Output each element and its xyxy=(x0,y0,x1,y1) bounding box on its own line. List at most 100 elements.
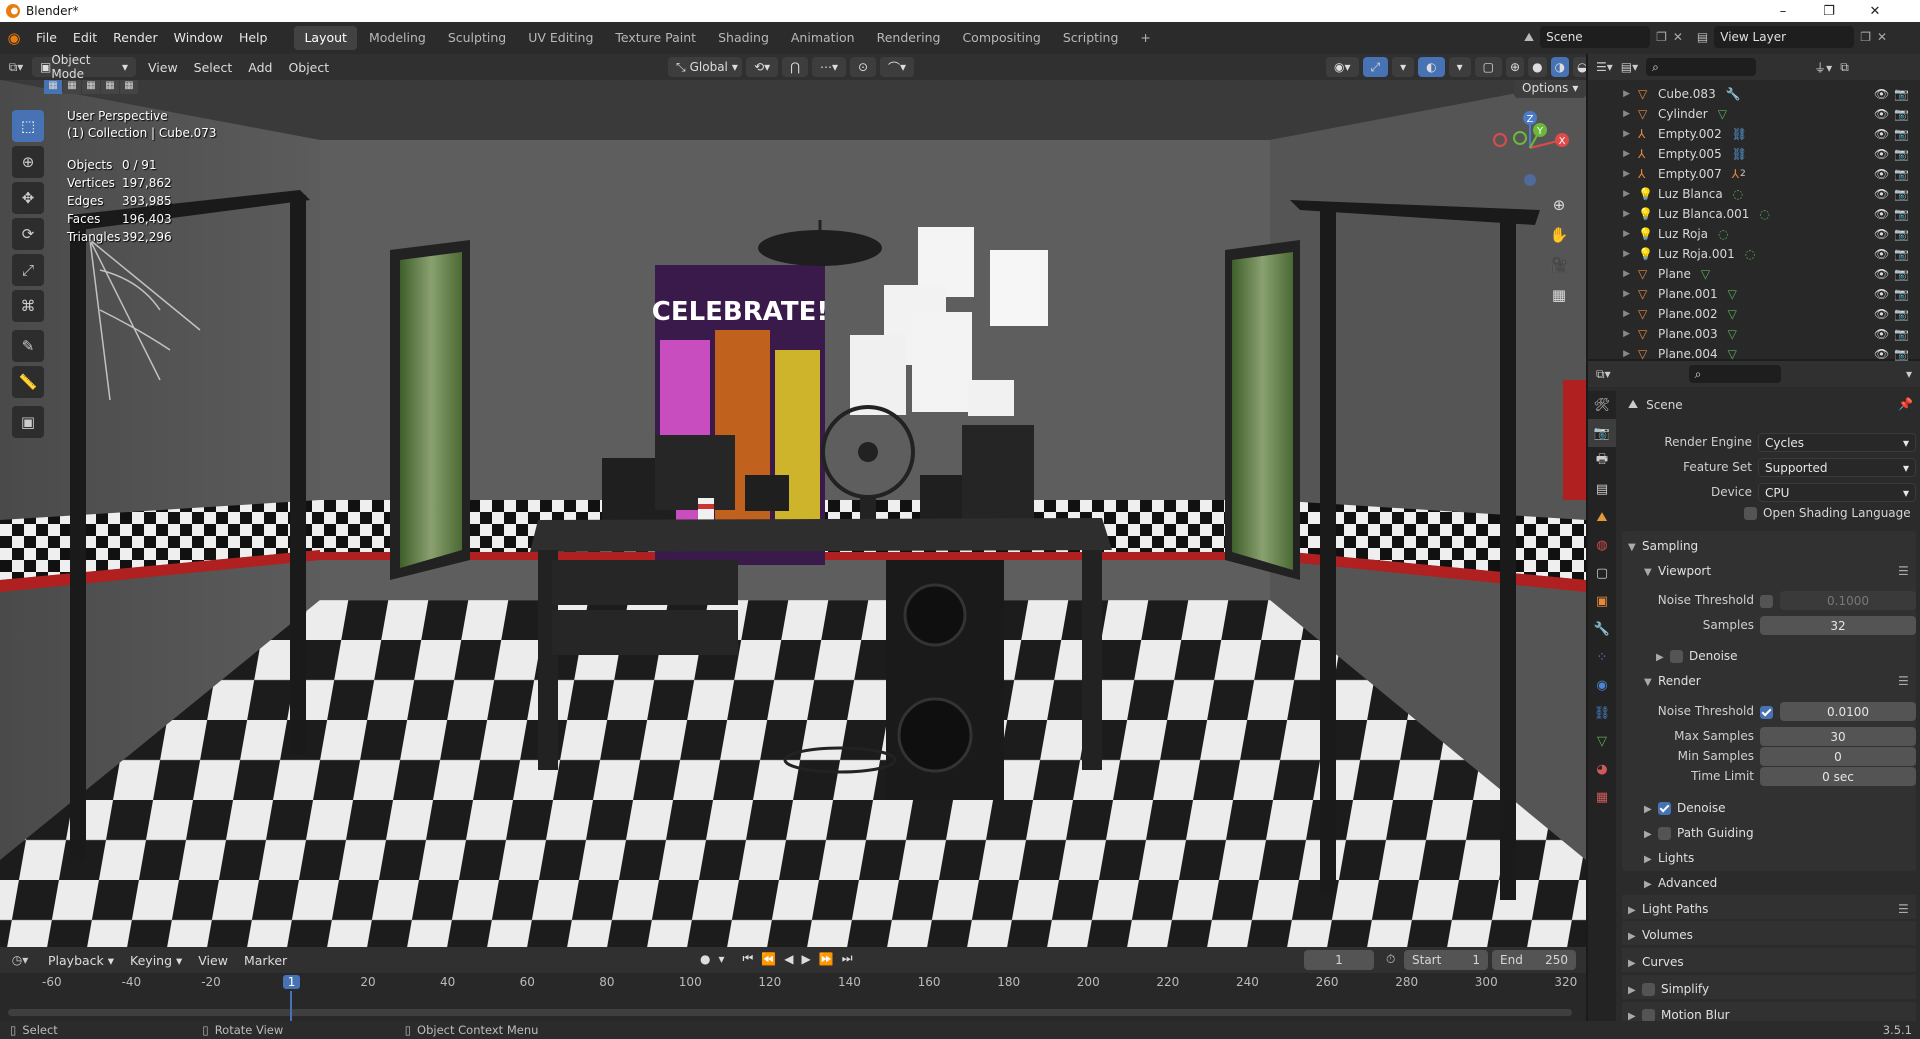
eye-icon[interactable]: 👁 xyxy=(1874,307,1889,321)
properties-search-input[interactable]: ⌕ xyxy=(1688,365,1781,383)
viewport-subpanel-header[interactable]: ▼ Viewport xyxy=(1644,564,1711,578)
overlay-dropdown[interactable]: ▾ xyxy=(1448,57,1471,77)
menu-render[interactable]: Render xyxy=(105,22,166,54)
timeline-menu-marker[interactable]: Marker xyxy=(236,953,295,968)
playhead-frame-label[interactable]: 1 xyxy=(282,975,301,989)
blender-menu-icon[interactable]: ◉ xyxy=(0,29,28,47)
render-noise-threshold-field[interactable]: 0.0100 xyxy=(1780,702,1916,721)
light-paths-presets-icon[interactable]: ☰ xyxy=(1898,902,1909,916)
modifier-data-icon[interactable]: 🔧 xyxy=(1726,87,1741,101)
viewport-menu-add[interactable]: Add xyxy=(240,60,280,75)
menu-help[interactable]: Help xyxy=(231,22,276,54)
render-engine-dropdown[interactable]: Cycles ▾ xyxy=(1758,433,1916,452)
menu-window[interactable]: Window xyxy=(166,22,231,54)
xray-toggle[interactable]: ▢ xyxy=(1474,57,1503,77)
viewport-noise-threshold-checkbox[interactable] xyxy=(1760,595,1773,608)
editor-type-icon[interactable]: ⧉▾ xyxy=(0,60,32,75)
add-cube-icon[interactable]: ▣ xyxy=(12,406,44,438)
filter-icon[interactable]: ⏚▾ xyxy=(1814,59,1832,76)
tool-tab-icon[interactable]: 🛠 xyxy=(1588,391,1616,419)
tab-rendering[interactable]: Rendering xyxy=(867,26,951,50)
eye-icon[interactable]: 👁 xyxy=(1874,327,1889,341)
expand-arrow-icon[interactable]: ▶ xyxy=(1588,89,1638,99)
delete-scene-icon[interactable]: ✕ xyxy=(1673,30,1683,44)
move-icon[interactable]: ✥ xyxy=(12,182,44,214)
camera-render-icon[interactable]: 📷 xyxy=(1894,347,1909,361)
denoise-checkbox[interactable] xyxy=(1658,802,1671,815)
data-tab-icon[interactable]: ▽ xyxy=(1588,727,1616,755)
expand-arrow-icon[interactable]: ▶ xyxy=(1588,189,1638,199)
max-samples-field[interactable]: 30 xyxy=(1760,727,1916,746)
eye-icon[interactable]: 👁 xyxy=(1874,247,1889,261)
snap-toggle[interactable]: ⋂ xyxy=(782,57,808,77)
navigation-gizmo[interactable]: Z X Y xyxy=(1490,108,1570,188)
pivot-point-button[interactable]: ⟲ ▾ xyxy=(746,57,779,77)
material-tab-icon[interactable]: ◕ xyxy=(1588,755,1616,783)
subpanel-lights[interactable]: ▶ Lights xyxy=(1644,851,1694,865)
mesh-data-icon[interactable]: ▽ xyxy=(1728,327,1737,341)
expand-arrow-icon[interactable]: ▶ xyxy=(1588,129,1638,139)
outliner-row[interactable]: ▶ 💡 Luz Blanca.001 ◌ 👁 📷 xyxy=(1588,204,1920,224)
playhead-line[interactable] xyxy=(289,991,292,1021)
visibility-button[interactable]: ◉ ▾ xyxy=(1326,57,1359,77)
properties-options-icon[interactable]: ▾ xyxy=(1906,367,1912,381)
gizmo-toggle[interactable]: ⤢ xyxy=(1362,57,1389,77)
tab-scripting[interactable]: Scripting xyxy=(1053,26,1129,50)
expand-arrow-icon[interactable]: ▶ xyxy=(1588,289,1638,299)
outliner-row[interactable]: ▶ ⅄ Empty.002 ⛓ 👁 📷 xyxy=(1588,124,1920,144)
mode-selector[interactable]: ▣ Object Mode ▾ xyxy=(32,53,136,81)
outliner-item-name[interactable]: Cylinder xyxy=(1658,107,1708,121)
constraint-data-icon[interactable]: ⛓ xyxy=(1732,127,1747,141)
outliner-item-name[interactable]: Plane.001 xyxy=(1658,287,1718,301)
timeline-editor-icon[interactable]: ◷▾ xyxy=(0,953,40,967)
eye-icon[interactable]: 👁 xyxy=(1874,187,1889,201)
jump-end-icon[interactable]: ⏭ xyxy=(842,951,853,966)
curves-header[interactable]: ▶ Curves xyxy=(1628,955,1684,969)
overlay-toggle[interactable]: ◐ xyxy=(1418,57,1445,77)
shading-solid-button[interactable]: ● xyxy=(1528,57,1547,77)
eye-icon[interactable]: 👁 xyxy=(1874,87,1889,101)
subpanel-path-guiding[interactable]: ▶ Path Guiding xyxy=(1644,826,1754,840)
output-tab-icon[interactable]: 🖶 xyxy=(1588,447,1616,475)
simplify-header[interactable]: ▶ Simplify xyxy=(1628,982,1709,996)
transform-icon[interactable]: ⌘ xyxy=(12,290,44,322)
render-subpanel-header[interactable]: ▼ Render xyxy=(1644,674,1701,688)
camera-render-icon[interactable]: 📷 xyxy=(1894,147,1909,161)
time-limit-field[interactable]: 0 sec xyxy=(1760,767,1916,786)
select-subtract-icon[interactable]: ▦ xyxy=(82,80,100,94)
osl-checkbox[interactable]: Open Shading Language xyxy=(1744,506,1911,520)
scene-selector[interactable]: Scene xyxy=(1540,26,1651,48)
properties-editor-icon[interactable]: ⧉▾ xyxy=(1596,367,1611,382)
mesh-data-icon[interactable]: ▽ xyxy=(1701,267,1710,281)
snap-target-button[interactable]: ⋯ ▾ xyxy=(811,57,846,77)
scene-tab-icon[interactable]: ⛰ xyxy=(1588,503,1616,531)
start-frame-field[interactable]: Start 1 xyxy=(1404,950,1488,970)
viewport-denoise-checkbox[interactable] xyxy=(1670,650,1683,663)
simplify-checkbox[interactable] xyxy=(1642,983,1655,996)
play-reverse-icon[interactable]: ◀ xyxy=(784,952,793,966)
outliner-row[interactable]: ▶ ▽ Plane ▽ 👁 📷 xyxy=(1588,264,1920,284)
timeline-menu-keying[interactable]: Keying ▾ xyxy=(122,953,190,968)
timeline-area[interactable]: -60 -40 -20 1 20 40 60 80 100 120 140 160 180 200 220 2… xyxy=(0,973,1586,1021)
select-box-icon[interactable]: ⬚ xyxy=(12,110,44,142)
outliner-item-name[interactable]: Cube.083 xyxy=(1658,87,1716,101)
current-frame-field[interactable]: 1 xyxy=(1304,950,1374,970)
path-guiding-checkbox[interactable] xyxy=(1658,827,1671,840)
object-tab-icon[interactable]: ▣ xyxy=(1588,587,1616,615)
constraints-tab-icon[interactable]: ⛓ xyxy=(1588,699,1616,727)
eye-icon[interactable]: 👁 xyxy=(1874,287,1889,301)
proportional-edit-toggle[interactable]: ⊙ xyxy=(849,57,877,77)
menu-file[interactable]: File xyxy=(28,22,65,54)
outliner-item-name[interactable]: Plane.002 xyxy=(1658,307,1718,321)
timeline-scrollbar[interactable] xyxy=(8,1009,1572,1016)
record-dropdown[interactable]: ▾ xyxy=(718,952,724,966)
3d-viewport[interactable]: CELEBRATE! User Perspective (1) Collecti… xyxy=(0,80,1586,947)
zoom-icon[interactable]: ⊕ xyxy=(1546,192,1572,218)
outliner-row[interactable]: ▶ ▽ Plane.001 ▽ 👁 📷 xyxy=(1588,284,1920,304)
maximize-button[interactable]: ❐ xyxy=(1806,0,1852,22)
expand-arrow-icon[interactable]: ▶ xyxy=(1588,229,1638,239)
select-new-icon[interactable]: ▦ xyxy=(44,80,62,94)
cursor-icon[interactable]: ⊕ xyxy=(12,146,44,178)
jump-start-icon[interactable]: ⏮ xyxy=(743,951,754,966)
tab-modeling[interactable]: Modeling xyxy=(359,26,436,50)
